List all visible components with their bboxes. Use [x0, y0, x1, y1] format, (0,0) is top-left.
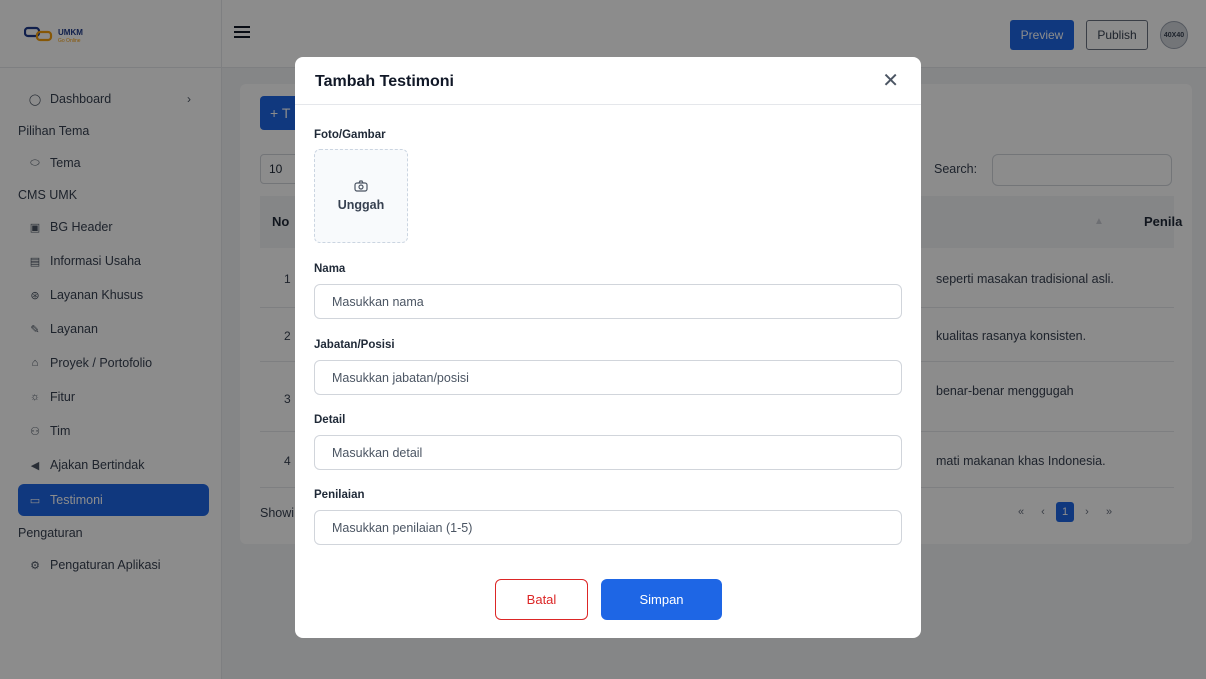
- photo-label: Foto/Gambar: [314, 129, 386, 141]
- position-input[interactable]: Masukkan jabatan/posisi: [314, 360, 902, 395]
- detail-input[interactable]: Masukkan detail: [314, 435, 902, 470]
- detail-label: Detail: [314, 414, 346, 426]
- save-button[interactable]: Simpan: [601, 579, 722, 620]
- name-label: Nama: [314, 263, 346, 275]
- close-icon[interactable]: ✕: [882, 71, 899, 91]
- add-testimonial-modal: Tambah Testimoni ✕ Foto/Gambar Unggah Na…: [295, 57, 921, 638]
- upload-dropzone[interactable]: Unggah: [314, 149, 408, 243]
- modal-header: Tambah Testimoni ✕: [295, 57, 921, 105]
- rating-label: Penilaian: [314, 489, 365, 501]
- upload-label: Unggah: [337, 198, 385, 212]
- cancel-button[interactable]: Batal: [495, 579, 588, 620]
- position-label: Jabatan/Posisi: [314, 339, 395, 351]
- modal-title: Tambah Testimoni: [315, 73, 454, 90]
- camera-icon: [354, 180, 368, 192]
- rating-input[interactable]: Masukkan penilaian (1-5): [314, 510, 902, 545]
- name-input[interactable]: Masukkan nama: [314, 284, 902, 319]
